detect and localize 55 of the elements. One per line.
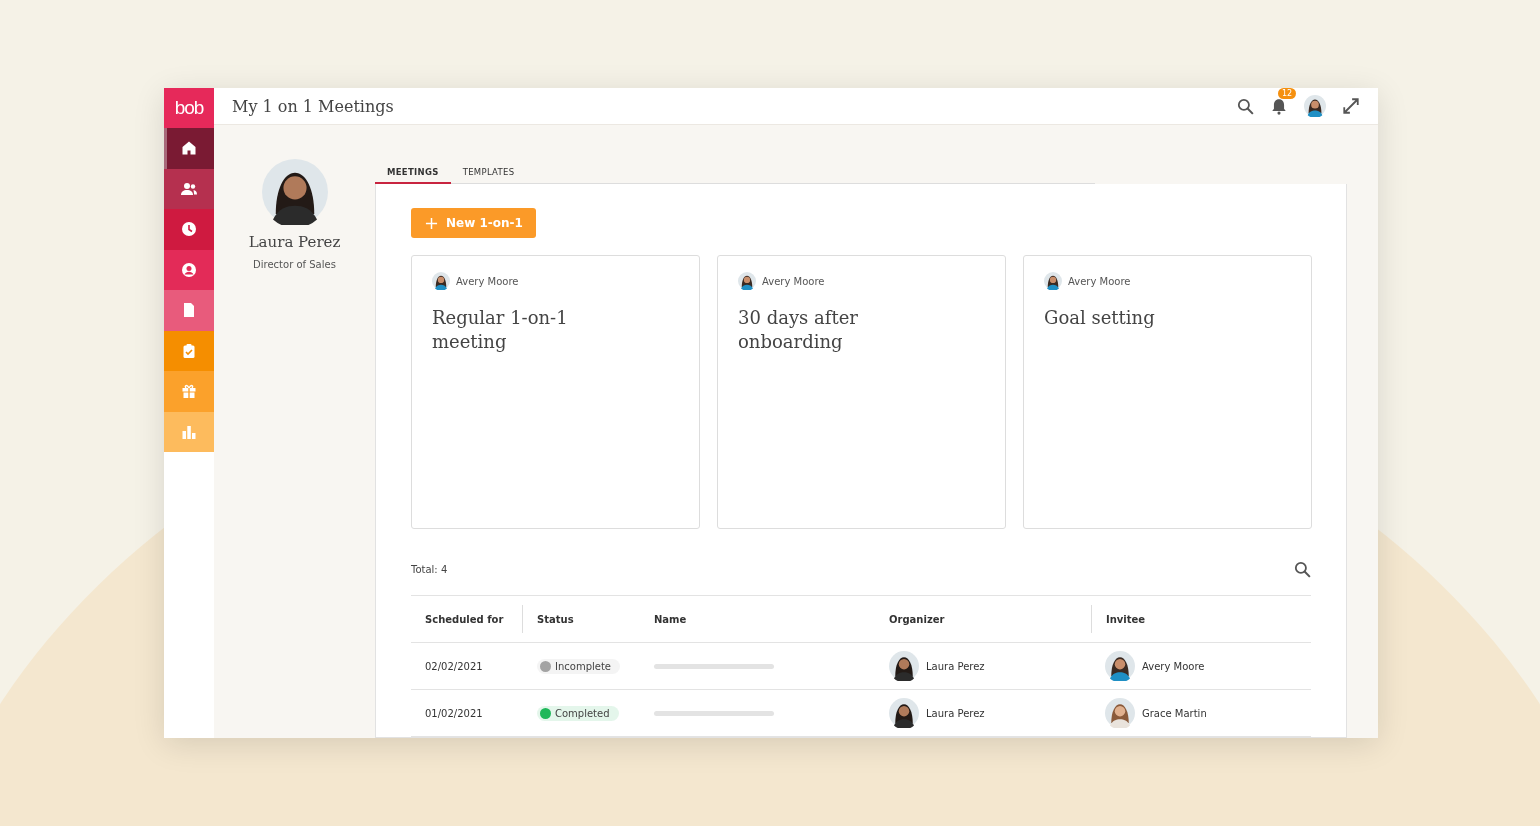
clock-icon (181, 221, 197, 238)
column-header[interactable]: Name (640, 605, 875, 633)
nav-item[interactable] (164, 168, 214, 209)
search-icon[interactable] (1236, 97, 1254, 115)
column-header[interactable]: Scheduled for (411, 605, 523, 633)
organizer-name: Laura Perez (926, 707, 985, 719)
table-cell-text: 02/02/2021 (424, 660, 484, 672)
organizer-avatar (889, 698, 919, 728)
people-icon (181, 180, 197, 197)
status-tag: Incomplete (537, 658, 620, 674)
nav-item[interactable] (164, 249, 214, 290)
organizer-avatar (889, 651, 919, 681)
person-icon (181, 261, 197, 278)
table-cell-text: 01/02/2021 (424, 707, 484, 719)
card-title: Goal setting (1044, 306, 1156, 330)
total-count: Total: 4 (411, 563, 448, 575)
template-card[interactable]: Avery Moore 30 days after onboarding (717, 255, 1006, 529)
invitee-avatar (1105, 698, 1135, 728)
template-card[interactable]: Avery Moore Regular 1-on-1 meeting (411, 255, 700, 529)
document-icon (181, 302, 197, 319)
owner-avatar (738, 272, 756, 290)
owner-name: Avery Moore (762, 275, 825, 287)
page-title: My 1 on 1 Meetings (232, 96, 395, 116)
clipboard-icon (181, 342, 197, 359)
nav-item[interactable] (164, 209, 214, 250)
invitee-avatar (1105, 651, 1135, 681)
home-icon (181, 140, 197, 157)
card-title: Regular 1-on-1 meeting (432, 306, 569, 354)
notification-badge: 12 (1278, 88, 1297, 99)
bar-chart-icon (181, 423, 197, 440)
card-title: 30 days after onboarding (738, 306, 859, 354)
gift-icon (181, 383, 197, 400)
profile-role: Director of Sales (253, 259, 336, 270)
column-header[interactable]: Status (523, 605, 640, 633)
owner-name: Avery Moore (456, 275, 519, 287)
search-icon[interactable] (1293, 560, 1311, 578)
invitee-name: Grace Martin (1142, 707, 1207, 719)
plus-icon (425, 216, 438, 230)
bell-icon[interactable] (1270, 97, 1288, 115)
tab[interactable]: TEMPLATES (450, 163, 527, 184)
owner-avatar (432, 272, 450, 290)
logo: bob (164, 88, 214, 128)
invitee-name: Avery Moore (1142, 660, 1205, 672)
owner-avatar (1044, 272, 1062, 290)
column-header[interactable]: Organizer (875, 605, 1091, 633)
profile-name: Laura Perez (248, 233, 341, 251)
user-avatar (1304, 95, 1326, 117)
expand-icon[interactable] (1342, 97, 1360, 115)
organizer-name: Laura Perez (926, 660, 985, 672)
template-card[interactable]: Avery Moore Goal setting (1023, 255, 1312, 529)
status-tag: Completed (537, 705, 619, 721)
owner-name: Avery Moore (1068, 275, 1131, 287)
column-header[interactable]: Invitee (1091, 605, 1311, 633)
nav-item[interactable] (164, 128, 214, 169)
profile-avatar (261, 159, 328, 225)
